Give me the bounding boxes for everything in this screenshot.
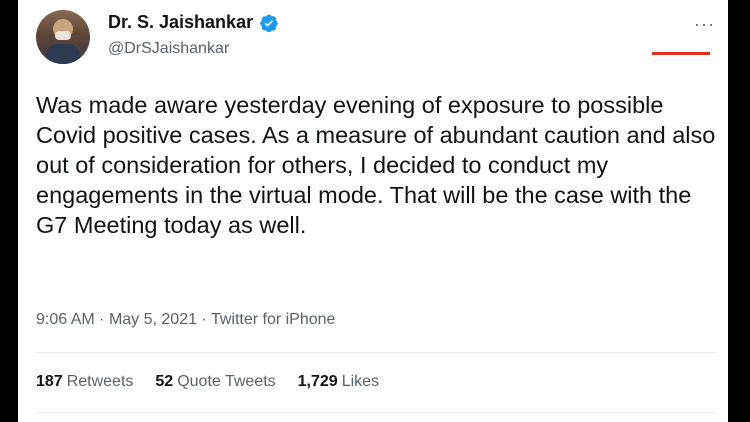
retweets-label: Retweets xyxy=(66,373,134,390)
author-name-row: Dr. S. Jaishankar xyxy=(108,12,279,33)
likes-count: 1,729 xyxy=(297,373,338,390)
avatar-shirt xyxy=(46,44,80,64)
quote-tweets-label: Quote Tweets xyxy=(177,373,276,390)
quote-tweets-stat[interactable]: 52 Quote Tweets xyxy=(155,373,275,391)
tweet-text: Was made aware yesterday evening of expo… xyxy=(36,92,716,238)
retweets-stat[interactable]: 187 Retweets xyxy=(36,373,133,391)
meta-separator: · xyxy=(201,311,207,328)
avatar-mask xyxy=(55,31,71,40)
accent-underline xyxy=(652,52,710,55)
author-display-name[interactable]: Dr. S. Jaishankar xyxy=(108,12,253,33)
tweet-metadata: 9:06 AM · May 5, 2021 · Twitter for iPho… xyxy=(36,311,335,329)
retweets-count: 187 xyxy=(36,373,63,390)
avatar[interactable] xyxy=(36,10,90,64)
tweet-date[interactable]: May 5, 2021 xyxy=(109,311,197,328)
divider xyxy=(36,352,716,353)
tweet-source[interactable]: Twitter for iPhone xyxy=(211,311,336,328)
divider xyxy=(36,412,716,413)
author-handle[interactable]: @DrSJaishankar xyxy=(108,40,229,58)
quote-tweets-count: 52 xyxy=(155,373,174,390)
engagement-stats: 187 Retweets 52 Quote Tweets 1,729 Likes xyxy=(36,373,379,391)
more-options-icon[interactable]: ··· xyxy=(694,14,715,35)
meta-separator: · xyxy=(99,311,105,328)
verified-badge-icon xyxy=(260,14,278,32)
tweet-time[interactable]: 9:06 AM xyxy=(36,311,95,328)
likes-label: Likes xyxy=(341,373,380,390)
tweet-card: Dr. S. Jaishankar @DrSJaishankar ··· Was… xyxy=(18,0,728,422)
likes-stat[interactable]: 1,729 Likes xyxy=(298,373,379,391)
